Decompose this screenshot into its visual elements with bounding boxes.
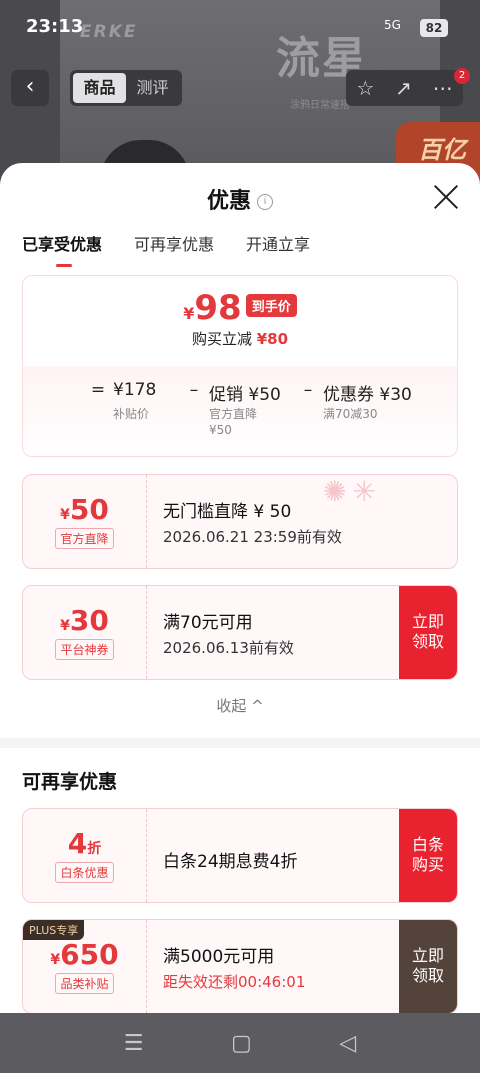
action-line2: 领取 — [411, 632, 444, 651]
coupon-unit: 折 — [87, 841, 102, 857]
collapse-label: 收起 — [216, 697, 247, 715]
tab-enjoyed[interactable]: 已享受优惠 — [22, 231, 102, 267]
favorite-icon[interactable]: ☆ — [356, 76, 374, 100]
coupon-type: 品类补贴 — [55, 973, 114, 994]
coupon-countdown: 距失效还剩00:46:01 — [163, 973, 306, 991]
coupon-type: 官方直降 — [55, 528, 114, 549]
coupon-discount: 优惠券 ¥30 满70减30 — [323, 380, 412, 421]
final-price-value: 98 — [194, 288, 242, 328]
baitiao-buy-button[interactable]: 白条 购买 — [399, 809, 457, 902]
tab-product[interactable]: 商品 — [73, 73, 126, 103]
back-button[interactable]: ‹ — [11, 70, 49, 106]
coupon-discount-caption: 满70减30 — [323, 407, 378, 421]
coupon-discount-value: 优惠券 ¥30 — [323, 385, 412, 405]
coupon-card-platform: ¥30 平台神券 满70元可用 2026.06.13前有效 立即 领取 — [22, 585, 458, 680]
coupon-currency: ¥ — [60, 618, 70, 634]
equals-sign: = — [90, 380, 106, 400]
coupon-details: 白条24期息费4折 — [163, 831, 297, 872]
coupon-amount: ¥50 — [23, 493, 146, 526]
coupon-amount-value: 50 — [69, 493, 109, 526]
tab-more[interactable]: 可再享优惠 — [134, 231, 214, 267]
coupon-value-block: 4折 白条优惠 — [23, 809, 147, 902]
top-actions: ☆ ↗ ⋯ — [346, 70, 463, 106]
coupon-amount: ¥650 — [23, 938, 146, 971]
promo-discount-caption: 官方直降 ¥50 — [209, 406, 257, 438]
product-tabs: 商品 测评 — [70, 70, 182, 106]
coupon-validity: 2026.06.21 23:59前有效 — [163, 528, 342, 546]
coupon-currency: ¥ — [60, 507, 70, 523]
coupon-amount-value: 4 — [67, 827, 88, 860]
signal-icon: 5G — [384, 18, 401, 32]
coupon-details: 无门槛直降 ¥ 50 2026.06.21 23:59前有效 — [163, 497, 342, 547]
coupon-rule: 满70元可用 — [163, 613, 253, 633]
tab-review[interactable]: 测评 — [126, 73, 179, 103]
more-icon[interactable]: ⋯ — [433, 76, 453, 100]
section-divider — [0, 738, 480, 748]
coupon-value-block: ¥650 品类补贴 — [23, 920, 147, 1013]
system-navbar: ☰ ▢ ◁ — [0, 1013, 480, 1073]
coupon-details: 满5000元可用 距失效还剩00:46:01 — [163, 942, 305, 992]
sheet-title-text: 优惠 — [206, 189, 251, 214]
coupon-card-plus: PLUS专享 ¥650 品类补贴 满5000元可用 距失效还剩00:46:01 … — [22, 919, 458, 1013]
share-icon[interactable]: ↗ — [395, 76, 412, 100]
coupon-amount-value: 30 — [69, 604, 109, 637]
section-title-more: 可再享优惠 — [22, 771, 118, 793]
claim-coupon-button[interactable]: 立即 领取 — [399, 586, 457, 679]
coupon-amount-value: 650 — [60, 938, 119, 971]
discount-sheet: 优惠 i 已享受优惠 可再享优惠 开通立享 ¥98 到手价 购买立减 ¥80 = ¥… — [0, 163, 480, 1013]
minus-sign: – — [189, 380, 199, 400]
action-line2: 领取 — [411, 966, 444, 985]
coupon-card-official: ✺✳ ¥50 官方直降 无门槛直降 ¥ 50 2026.06.21 23:59前… — [22, 474, 458, 569]
coupon-details: 满70元可用 2026.06.13前有效 — [163, 608, 294, 658]
action-line1: 白条 — [411, 835, 444, 854]
coupon-currency: ¥ — [50, 952, 61, 968]
coupon-amount: 4折 — [23, 827, 146, 860]
product-banner-slogan: 涂鸦日常速搭 — [290, 100, 350, 111]
direct-reduction-amount: ¥80 — [256, 330, 289, 348]
subsidy-price-caption: 补贴价 — [113, 407, 150, 421]
direct-reduction: 购买立减 ¥80 — [23, 328, 457, 349]
collapse-button[interactable]: 收起 ^ — [0, 695, 480, 716]
action-line1: 立即 — [411, 612, 444, 631]
chevron-up-icon: ^ — [251, 697, 264, 715]
coupon-value-block: ¥30 平台神券 — [23, 586, 147, 679]
coupon-type: 白条优惠 — [55, 862, 114, 883]
promo-discount-value: 促销 ¥50 — [209, 385, 281, 405]
price-summary-card: ¥98 到手价 购买立减 ¥80 = ¥178 补贴价 – 促销 ¥50 官方直降… — [22, 275, 458, 457]
status-bar: 23:13 5G 82 — [0, 0, 480, 56]
coupon-rule: 无门槛直降 ¥ 50 — [163, 502, 292, 522]
coupon-card-baitiao: 4折 白条优惠 白条24期息费4折 白条 购买 — [22, 808, 458, 903]
discount-tabs: 已享受优惠 可再享优惠 开通立享 — [22, 231, 310, 267]
direct-reduction-label: 购买立减 — [191, 330, 252, 348]
tab-open[interactable]: 开通立享 — [246, 231, 310, 267]
coupon-type: 平台神券 — [55, 639, 114, 660]
subsidy-price: ¥178 补贴价 — [113, 380, 179, 421]
message-badge: 2 — [454, 68, 470, 84]
promo-discount: 促销 ¥50 官方直降 ¥50 — [209, 380, 293, 437]
close-button[interactable] — [432, 183, 460, 211]
subsidy-price-value: ¥178 — [113, 380, 157, 400]
status-time: 23:13 — [26, 16, 84, 37]
promo-caption-line1: 官方直降 — [209, 407, 258, 421]
action-line1: 立即 — [411, 946, 444, 965]
menu-icon[interactable]: ☰ — [124, 1031, 144, 1056]
battery-icon: 82 — [420, 19, 448, 37]
coupon-rule: 白条24期息费4折 — [163, 852, 298, 872]
coupon-validity: 2026.06.13前有效 — [163, 639, 294, 657]
action-line2: 购买 — [411, 855, 444, 874]
price-formula: = ¥178 补贴价 – 促销 ¥50 官方直降 ¥50 – 优惠券 ¥30 满7… — [83, 380, 412, 437]
minus-sign: – — [303, 380, 313, 400]
coupon-value-block: ¥50 官方直降 — [23, 475, 147, 568]
coupon-amount: ¥30 — [23, 604, 146, 637]
currency-symbol: ¥ — [183, 304, 195, 323]
back-icon[interactable]: ◁ — [339, 1031, 356, 1056]
coupon-rule: 满5000元可用 — [163, 947, 275, 967]
claim-plus-coupon-button[interactable]: 立即 领取 — [399, 920, 457, 1013]
final-price-tag: 到手价 — [245, 294, 297, 317]
promo-caption-line2: ¥50 — [209, 423, 232, 437]
sheet-title: 优惠 i — [0, 183, 480, 215]
info-icon[interactable]: i — [257, 194, 273, 210]
home-icon[interactable]: ▢ — [231, 1031, 252, 1056]
final-price: ¥98 到手价 — [23, 288, 457, 328]
